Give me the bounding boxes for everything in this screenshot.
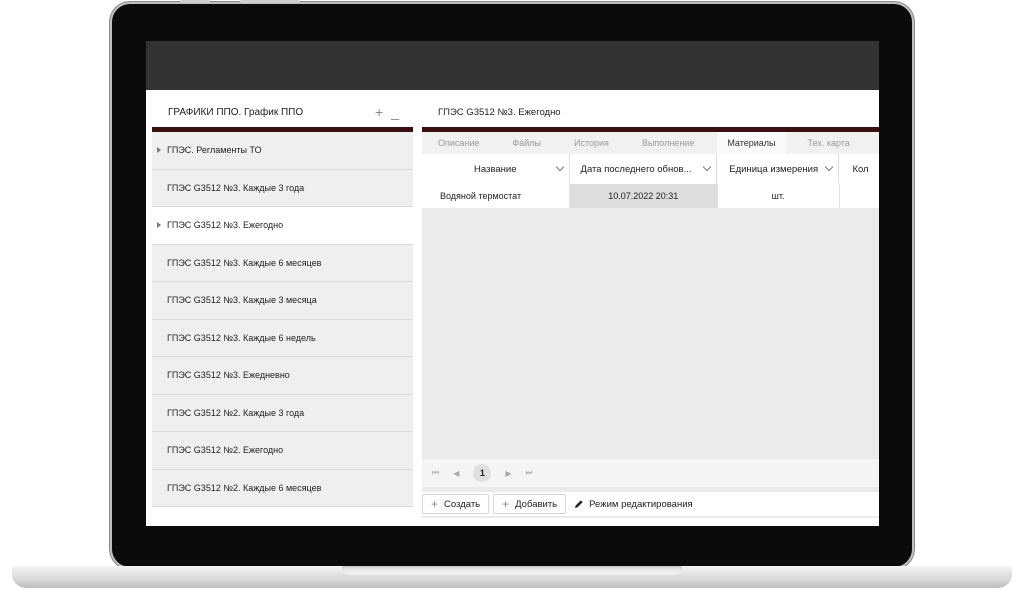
tab-4[interactable]: Материалы	[717, 132, 786, 154]
table-row[interactable]: Водяной термостат 10.07.2022 20:31 шт.	[422, 184, 879, 208]
details-header: ГПЭС G3512 №3. Ежегодно	[422, 97, 879, 127]
list-item[interactable]: ГПЭС G3512 №3. Каждые 3 месяца	[152, 282, 413, 320]
list-item-label: ГПЭС. Регламенты ТО	[167, 145, 262, 156]
plus-icon: +	[502, 497, 510, 511]
add-button[interactable]: + Добавить	[493, 494, 567, 514]
chevron-down-icon[interactable]	[825, 162, 834, 172]
list-item-label: ГПЭС G3512 №3. Ежегодно	[167, 220, 284, 231]
create-button-label: Создать	[444, 498, 481, 510]
bezel-detail	[240, 0, 300, 3]
details-panel: ГПЭС G3512 №3. Ежегодно Описание Файлы Ист…	[422, 97, 879, 518]
tab-0[interactable]: Описание	[438, 138, 479, 148]
tab-2[interactable]: История	[574, 138, 609, 148]
expand-caret-icon[interactable]	[157, 147, 161, 154]
create-button[interactable]: + Создать	[422, 494, 490, 514]
list-item[interactable]: ГПЭС G3512 №3. Каждые 3 года	[152, 169, 413, 207]
chevron-down-icon[interactable]	[703, 162, 712, 172]
edit-mode-button[interactable]: Режим редактирования	[570, 499, 693, 510]
add-button-label: Добавить	[515, 498, 558, 510]
list-item[interactable]: ГПЭС G3512 №3. Каждые 6 месяцев	[152, 244, 413, 282]
list-item[interactable]: ГПЭС G3512 №3. Ежегодно	[152, 207, 413, 245]
list-item-label: ГПЭС G3512 №2. Каждые 3 года	[167, 407, 305, 418]
schedule-list-title: ГРАФИКИ ППО. График ППО	[168, 106, 304, 118]
header-buttons: + _	[375, 104, 399, 120]
app-screen: ГРАФИКИ ППО. График ППО + _ ГПЭС. Реглам…	[146, 41, 879, 526]
table-header: Название Дата последнего обнов... Единиц…	[422, 154, 879, 184]
list-item[interactable]: ГПЭС G3512 №3. Ежедневно	[152, 357, 413, 395]
column-header-label: Кол	[852, 163, 869, 175]
schedule-list: ГПЭС. Регламенты ТО ГПЭС G3512 №3. Каждые…	[152, 132, 413, 507]
cell-date[interactable]: 10.07.2022 20:31	[569, 184, 718, 208]
laptop-groove	[342, 566, 682, 575]
first-page-icon[interactable]: ⏮	[432, 468, 439, 478]
minimize-icon[interactable]: _	[391, 104, 399, 120]
laptop-base	[12, 566, 1012, 588]
tab-1[interactable]: Файлы	[512, 138, 541, 148]
list-item[interactable]: ГПЭС. Регламенты ТО	[152, 132, 413, 170]
column-header-date[interactable]: Дата последнего обнов...	[570, 154, 718, 184]
tab-bar: Описание Файлы История Выполнение Материалы Т…	[422, 132, 879, 154]
add-icon[interactable]: +	[375, 104, 383, 120]
tab-3[interactable]: Выполнение	[642, 138, 694, 148]
edit-mode-label: Режим редактирования	[589, 498, 693, 510]
list-item-label: ГПЭС G3512 №3. Каждые 3 года	[167, 182, 305, 193]
plus-icon: +	[431, 497, 439, 511]
tab-5[interactable]: Тех. карта	[808, 138, 850, 148]
cell-qty[interactable]	[839, 184, 879, 208]
next-page-icon[interactable]: ▶	[505, 469, 511, 478]
prev-page-icon[interactable]: ◀	[453, 469, 459, 478]
column-header-label: Название	[474, 163, 517, 175]
chevron-down-icon[interactable]	[555, 162, 564, 172]
bezel-detail	[180, 0, 210, 3]
pencil-icon	[574, 499, 584, 509]
list-item-label: ГПЭС G3512 №2. Ежегодно	[167, 445, 284, 456]
column-header-label: Дата последнего обнов...	[580, 163, 692, 175]
last-page-icon[interactable]: ⏭	[526, 468, 533, 478]
list-item[interactable]: ГПЭС G3512 №2. Каждые 3 года	[152, 394, 413, 432]
list-item-label: ГПЭС G3512 №3. Ежедневно	[167, 370, 290, 381]
top-bar	[146, 41, 879, 90]
page-number[interactable]: 1	[473, 464, 492, 482]
column-header-name[interactable]: Название	[422, 154, 570, 184]
list-item-label: ГПЭС G3512 №3. Каждые 6 месяцев	[167, 257, 322, 268]
column-header-qty[interactable]: Кол	[839, 154, 879, 184]
pager: ⏮ ◀ 1 ▶ ⏭	[422, 459, 879, 487]
list-item-label: ГПЭС G3512 №3. Каждые 6 недель	[167, 332, 316, 343]
schedule-list-panel: ГРАФИКИ ППО. График ППО + _ ГПЭС. Реглам…	[152, 97, 413, 518]
cell-unit[interactable]: шт.	[717, 184, 840, 208]
details-title: ГПЭС G3512 №3. Ежегодно	[438, 106, 561, 118]
cell-name[interactable]: Водяной термостат	[422, 184, 570, 208]
list-item[interactable]: ГПЭС G3512 №2. Ежегодно	[152, 432, 413, 470]
action-bar: + Создать + Добавить Режим редактировани…	[422, 492, 879, 516]
expand-caret-icon[interactable]	[157, 222, 161, 229]
list-item[interactable]: ГПЭС G3512 №3. Каждые 6 недель	[152, 319, 413, 357]
list-item-label: ГПЭС G3512 №3. Каждые 3 месяца	[167, 295, 317, 306]
column-header-unit[interactable]: Единица измерения	[717, 154, 840, 184]
column-header-label: Единица измерения	[729, 163, 819, 175]
list-item-label: ГПЭС G3512 №2. Каждые 6 месяцев	[167, 482, 322, 493]
schedule-list-header: ГРАФИКИ ППО. График ППО + _	[152, 97, 413, 127]
list-item[interactable]: ГПЭС G3512 №2. Каждые 6 месяцев	[152, 469, 413, 507]
